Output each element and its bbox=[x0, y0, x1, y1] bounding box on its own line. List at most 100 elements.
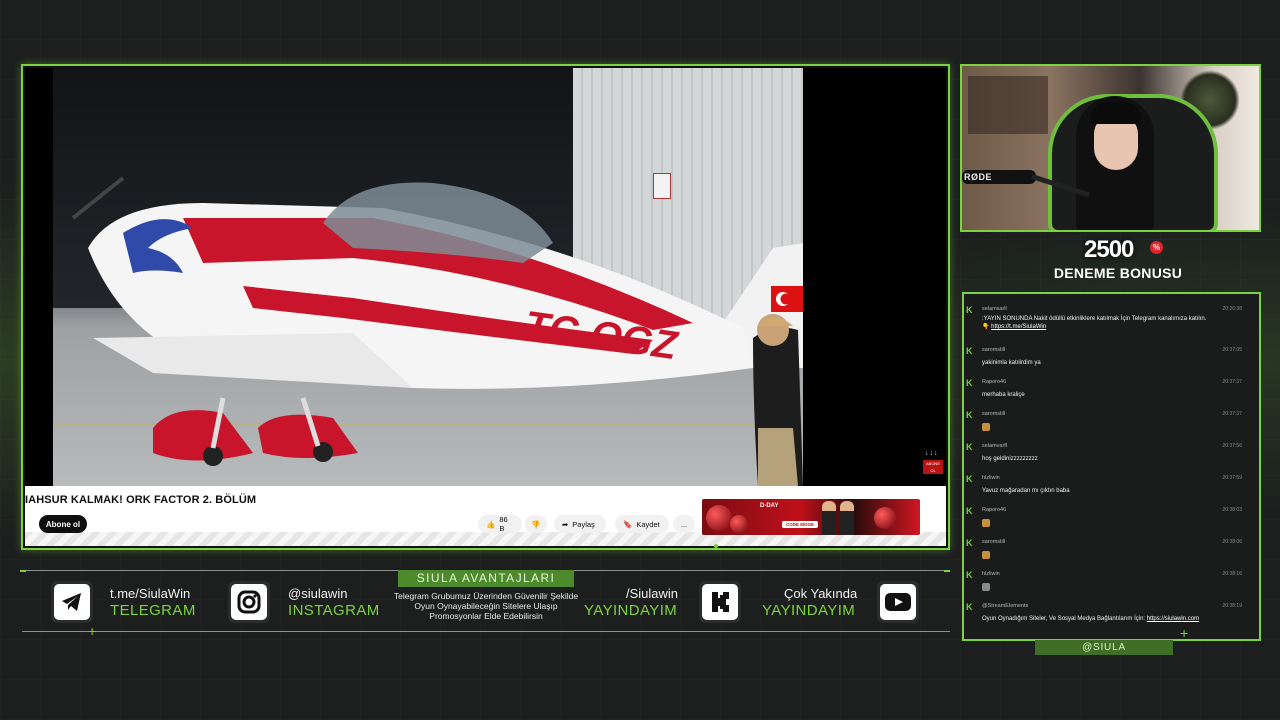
save-button[interactable]: 🔖 Kaydet bbox=[615, 515, 669, 533]
progress-indicator bbox=[714, 544, 718, 548]
share-icon: ➦ bbox=[562, 519, 569, 529]
chat-timestamp: 20:38:16 bbox=[1222, 571, 1242, 577]
chat-username: selamvarfl bbox=[982, 443, 1008, 449]
chat-text-body: :YAYIN SONUNDA Nakit ödüllü etkinliklere… bbox=[982, 316, 1207, 322]
plus-decoration: + bbox=[88, 623, 97, 639]
youtube-label: YAYINDAYIM bbox=[762, 602, 856, 619]
video-frame: TC-OGZ ↓↓↓ ABONE OL IAHSUR KALMAK! ORK F… bbox=[21, 64, 950, 550]
chat-message: K saromstill 20:38:06 bbox=[966, 539, 1258, 559]
chat-message: K Raporo46 20:38:03 bbox=[966, 507, 1258, 527]
ad-banner[interactable]: D-DAY CODE MOGE bbox=[702, 499, 920, 535]
instagram-link[interactable] bbox=[228, 581, 270, 623]
telegram-handle[interactable]: t.me/SiulaWin bbox=[110, 586, 190, 601]
pointing-down-emoji: 👇 bbox=[982, 324, 990, 330]
kick-icon: K bbox=[966, 602, 973, 612]
youtube-link[interactable] bbox=[877, 581, 919, 623]
dislike-icon: 👎 bbox=[531, 519, 541, 529]
video-title: IAHSUR KALMAK! ORK FACTOR 2. BÖLÜM bbox=[25, 494, 257, 506]
chat-text: :YAYIN SONUNDA Nakit ödüllü etkinliklere… bbox=[982, 315, 1258, 331]
bonus-label: DENEME BONUSU bbox=[1053, 265, 1183, 281]
dislike-button[interactable]: 👎 bbox=[525, 515, 547, 533]
chat-username: hizliwin bbox=[982, 475, 1000, 481]
chat-timestamp: 20:38:19 bbox=[1222, 603, 1242, 609]
ad-brand: D-DAY bbox=[760, 503, 779, 509]
ad-ball-graphic bbox=[874, 507, 896, 529]
plus-decoration: + bbox=[1180, 625, 1189, 641]
chat-message: K selamsarll 20:26:38 :YAYIN SONUNDA Nak… bbox=[966, 306, 1258, 331]
corner-tick bbox=[944, 570, 950, 572]
chat-message: K hizliwin 20:37:59 Yavuz mağaradan mı ç… bbox=[966, 475, 1258, 495]
chat-emote-icon bbox=[982, 583, 990, 591]
share-label: Paylaş bbox=[572, 519, 595, 529]
streamer-bangs bbox=[1090, 102, 1142, 124]
youtube-icon bbox=[880, 584, 916, 620]
chat-text: Oyun Oynadığım Siteler, Ve Sosyal Medya … bbox=[982, 615, 1258, 623]
chat-message: K saromstill 20:37:05 yakinimla katılird… bbox=[966, 347, 1258, 367]
instagram-handle[interactable]: @siulawin bbox=[288, 586, 347, 601]
ad-ball-graphic bbox=[706, 505, 732, 531]
chat-timestamp: 20:37:37 bbox=[1222, 379, 1242, 385]
chat-timestamp: 20:37:05 bbox=[1222, 347, 1242, 353]
video-scene: TC-OGZ bbox=[53, 68, 803, 486]
bonus-amount: 2500 bbox=[1084, 236, 1134, 263]
chat-text: Yavuz mağaradan mı çıktın baba bbox=[982, 488, 1070, 494]
chat-timestamp: 20:38:03 bbox=[1222, 507, 1242, 513]
youtube-handle[interactable]: Çok Yakında bbox=[784, 586, 857, 601]
chat-link[interactable]: https://t.me/SiulaWin bbox=[991, 324, 1046, 330]
chat-timestamp: 20:26:38 bbox=[1222, 306, 1242, 312]
kick-icon: K bbox=[966, 305, 973, 315]
chat-username: Raporo46 bbox=[982, 507, 1007, 513]
kick-link[interactable] bbox=[699, 581, 741, 623]
chat-timestamp: 20:37:56 bbox=[1222, 443, 1242, 449]
chat-text: merhaba kraliçe bbox=[982, 392, 1025, 398]
chat-text: hoş geldinizzzzzzzzz bbox=[982, 456, 1038, 462]
kick-icon: K bbox=[966, 474, 973, 484]
telegram-link[interactable] bbox=[51, 581, 93, 623]
save-label: Kaydet bbox=[636, 519, 660, 529]
kick-icon: K bbox=[966, 538, 973, 548]
kick-icon bbox=[702, 584, 738, 620]
instagram-icon bbox=[231, 584, 267, 620]
mic-brand-label: RØDE bbox=[964, 172, 993, 182]
chat-message: K hizliwin 20:38:16 bbox=[966, 571, 1258, 591]
chat-username: selamsarll bbox=[982, 306, 1007, 312]
share-button[interactable]: ➦ Paylaş bbox=[554, 515, 606, 533]
video-player[interactable]: TC-OGZ ↓↓↓ ABONE OL bbox=[25, 68, 946, 486]
chat-timestamp: 20:37:59 bbox=[1222, 475, 1242, 481]
airplane-image: TC-OGZ bbox=[71, 176, 803, 486]
chat-panel[interactable]: K selamsarll 20:26:38 :YAYIN SONUNDA Nak… bbox=[962, 292, 1261, 641]
social-bar: + t.me/SiulaWin TELEGRAM @siulawin INSTA… bbox=[20, 570, 950, 639]
more-button[interactable]: ... bbox=[673, 515, 695, 533]
chat-message: K selamvarfl 20:37:56 hoş geldinizzzzzzz… bbox=[966, 443, 1258, 463]
webcam-frame: RØDE bbox=[960, 64, 1261, 232]
ad-person-graphic bbox=[840, 501, 854, 535]
kick-icon: K bbox=[966, 570, 973, 580]
subscribe-corner-badge[interactable]: ABONE OL bbox=[923, 460, 943, 474]
chat-message: K saromstill 20:37:37 bbox=[966, 411, 1258, 431]
download-arrows-icon: ↓↓↓ bbox=[925, 450, 939, 457]
like-count: 86 B bbox=[499, 515, 508, 533]
chat-username: @StreamElements bbox=[982, 603, 1029, 609]
chat-text: yakinimla katılirdim ya bbox=[982, 360, 1041, 366]
like-button[interactable]: 👍 86 B bbox=[478, 515, 522, 533]
promo-title: SIULA AVANTAJLARI bbox=[398, 570, 574, 587]
chat-text-body: Oyun Oynadığım Siteler, Ve Sosyal Medya … bbox=[982, 616, 1146, 622]
chat-username: saromstill bbox=[982, 539, 1006, 545]
cam-shelf bbox=[968, 76, 1048, 134]
ad-cta-button[interactable]: CODE MOGE bbox=[782, 521, 819, 528]
kick-handle[interactable]: /Siulawin bbox=[626, 586, 678, 601]
chat-timestamp: 20:37:37 bbox=[1222, 411, 1242, 417]
corner-tick bbox=[20, 570, 26, 572]
telegram-label: TELEGRAM bbox=[110, 602, 196, 619]
instagram-label: INSTAGRAM bbox=[288, 602, 380, 619]
chat-message: K @StreamElements 20:38:19 Oyun Oynadığı… bbox=[966, 603, 1258, 623]
bookmark-icon: 🔖 bbox=[623, 519, 633, 529]
subscribe-button[interactable]: Abone ol bbox=[39, 515, 87, 533]
chat-link[interactable]: https://siulawin.com bbox=[1147, 616, 1199, 622]
bonus-percent-badge: % bbox=[1150, 241, 1163, 254]
ad-person-graphic bbox=[822, 501, 836, 535]
siula-handle-tag: @SIULA bbox=[1035, 640, 1173, 655]
chat-emote-icon bbox=[982, 519, 990, 527]
video-info-bar: IAHSUR KALMAK! ORK FACTOR 2. BÖLÜM Abone… bbox=[25, 486, 946, 546]
chat-emote-icon bbox=[982, 551, 990, 559]
